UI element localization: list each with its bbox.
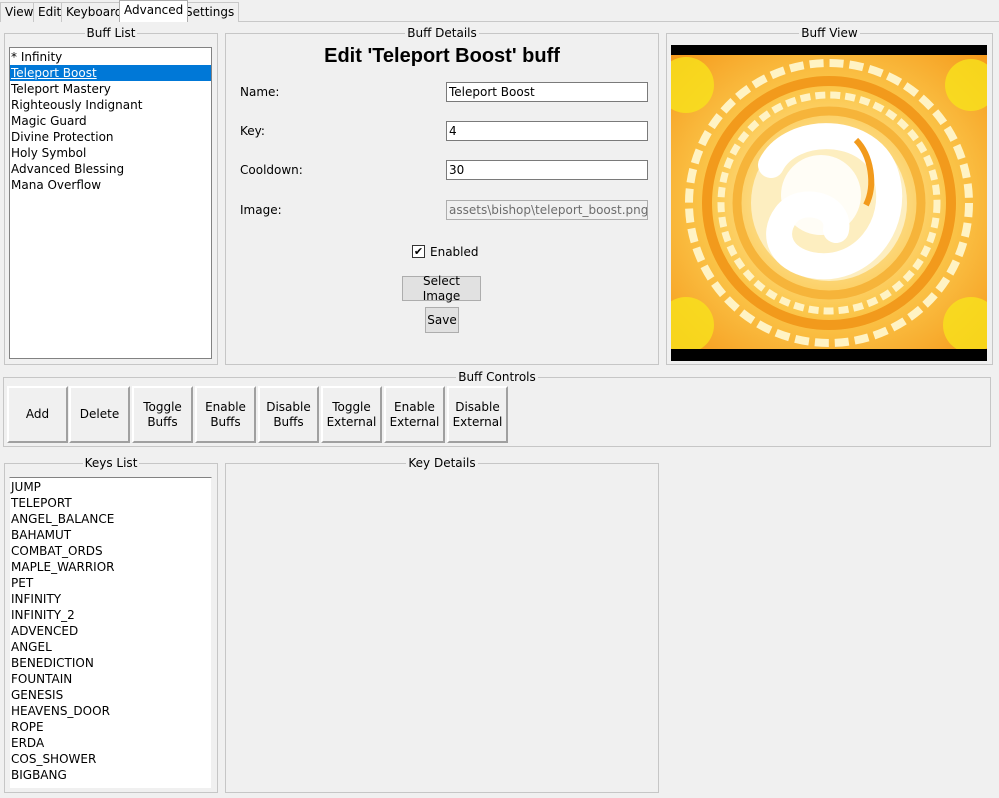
key-list-item[interactable]: GENESIS	[10, 687, 211, 703]
enabled-label: Enabled	[430, 245, 479, 259]
save-button[interactable]: Save	[425, 307, 459, 333]
teleport-boost-skill-icon	[671, 45, 987, 361]
cooldown-label: Cooldown:	[240, 163, 303, 177]
select-image-button[interactable]: Select Image	[402, 274, 481, 303]
key-list-item[interactable]: TELEPORT	[10, 495, 211, 511]
key-list-item[interactable]: BENEDICTION	[10, 655, 211, 671]
buff-listbox[interactable]: * Infinity Teleport Boost Teleport Mastery…	[9, 47, 212, 359]
buff-list-item[interactable]: Teleport Boost	[10, 65, 211, 81]
key-label: Key:	[240, 124, 265, 138]
key-list-item[interactable]: ANGEL_BALANCE	[10, 511, 211, 527]
enable-external-button[interactable]: Enable External	[384, 386, 445, 443]
disable-external-button[interactable]: Disable External	[447, 386, 508, 443]
enable-buffs-button[interactable]: Enable Buffs	[195, 386, 256, 443]
buff-list-title: Buff List	[84, 26, 138, 40]
key-list-item[interactable]: HEAVENS_DOOR	[10, 703, 211, 719]
key-details-title: Key Details	[406, 456, 478, 470]
key-list-item[interactable]: MAPLE_WARRIOR	[10, 559, 211, 575]
buff-list-item[interactable]: Righteously Indignant	[10, 97, 211, 113]
buff-view-title: Buff View	[799, 26, 860, 40]
buff-list-item[interactable]: Holy Symbol	[10, 145, 211, 161]
tab-bar: View Edit Keyboard Advanced Settings	[0, 0, 999, 24]
image-label: Image:	[240, 203, 282, 217]
keys-list-title: Keys List	[82, 456, 140, 470]
buff-details-title: Buff Details	[405, 26, 479, 40]
buff-list-item[interactable]: Teleport Mastery	[10, 81, 211, 97]
buff-list-item[interactable]: Divine Protection	[10, 129, 211, 145]
checkmark-icon: ✔	[413, 245, 424, 258]
buff-controls-title: Buff Controls	[456, 370, 538, 384]
key-list-item[interactable]: JUMP	[10, 479, 211, 495]
key-list-item[interactable]: ROPE	[10, 719, 211, 735]
delete-button[interactable]: Delete	[69, 386, 130, 443]
key-list-item[interactable]: ADVENCED	[10, 623, 211, 639]
buff-list-item[interactable]: * Infinity	[10, 49, 211, 65]
toggle-external-button[interactable]: Toggle External	[321, 386, 382, 443]
key-list-item[interactable]: COMBAT_ORDS	[10, 543, 211, 559]
key-list-item[interactable]: INFINITY_2	[10, 607, 211, 623]
key-list-item[interactable]: ERDA	[10, 735, 211, 751]
disable-buffs-button[interactable]: Disable Buffs	[258, 386, 319, 443]
buff-list-item[interactable]: Magic Guard	[10, 113, 211, 129]
key-list-item[interactable]: FOUNTAIN	[10, 671, 211, 687]
enabled-checkbox[interactable]: ✔	[412, 245, 425, 258]
tab-settings[interactable]: Settings	[180, 2, 240, 22]
cooldown-field[interactable]: 30	[446, 160, 648, 180]
toggle-buffs-button[interactable]: Toggle Buffs	[132, 386, 193, 443]
name-label: Name:	[240, 85, 280, 99]
edit-buff-heading: Edit 'Teleport Boost' buff	[324, 45, 560, 67]
key-field[interactable]: 4	[446, 121, 648, 141]
key-details-group: Key Details	[225, 456, 659, 793]
key-list-item[interactable]: BIGBANG	[10, 767, 211, 783]
buff-list-item[interactable]: Mana Overflow	[10, 177, 211, 193]
keys-listbox[interactable]: JUMP TELEPORT ANGEL_BALANCE BAHAMUT COMBAT_O…	[9, 477, 212, 789]
add-button[interactable]: Add	[7, 386, 68, 443]
tab-advanced[interactable]: Advanced	[119, 0, 189, 22]
name-field[interactable]: Teleport Boost	[446, 82, 648, 102]
key-list-item[interactable]: INFINITY	[10, 591, 211, 607]
image-path-field: assets\bishop\teleport_boost.png	[446, 200, 648, 220]
key-list-item[interactable]: ANGEL	[10, 639, 211, 655]
key-list-item[interactable]: COS_SHOWER	[10, 751, 211, 767]
buff-list-item[interactable]: Advanced Blessing	[10, 161, 211, 177]
key-list-item[interactable]: BAHAMUT	[10, 527, 211, 543]
key-list-item[interactable]: PET	[10, 575, 211, 591]
buff-image	[671, 45, 987, 361]
tab-keyboard[interactable]: Keyboard	[61, 2, 128, 22]
